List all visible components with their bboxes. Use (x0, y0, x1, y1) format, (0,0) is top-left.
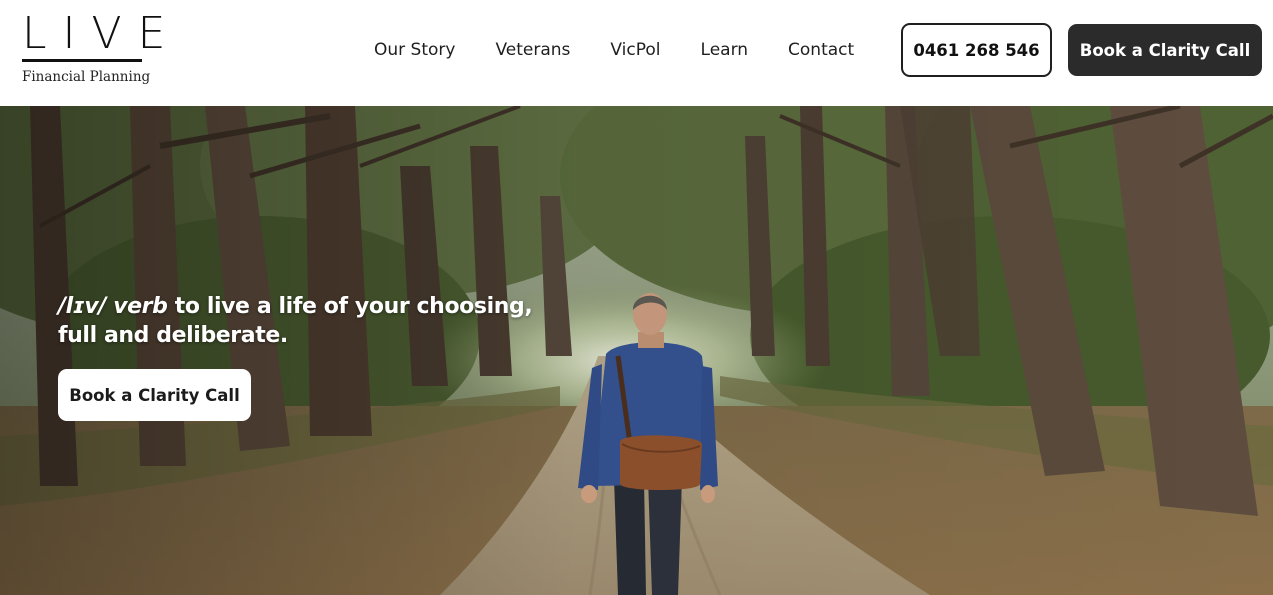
hero-tagline: /lɪv/ verb to live a life of your choosi… (58, 292, 618, 350)
hero-forest-path-image (0, 106, 1273, 595)
hero-book-clarity-call-button[interactable]: Book a Clarity Call (58, 369, 251, 421)
tagline-definition: to live a life of your choosing, (167, 294, 533, 319)
nav-link-contact[interactable]: Contact (788, 38, 854, 62)
site-header: LIVE Financial Planning Our Story Vetera… (0, 0, 1273, 106)
tagline-line-2: full and deliberate. (58, 323, 288, 348)
phone-number-button[interactable]: 0461 268 546 (901, 23, 1052, 77)
tagline-phonetic: /lɪv/ verb (58, 294, 168, 319)
logo-wordmark: LIVE (22, 8, 182, 59)
hero-section: /lɪv/ verb to live a life of your choosi… (0, 106, 1273, 595)
nav-link-vicpol[interactable]: VicPol (610, 38, 660, 62)
nav-link-veterans[interactable]: Veterans (495, 38, 570, 62)
nav-link-our-story[interactable]: Our Story (374, 38, 455, 62)
logo-subtitle: Financial Planning (22, 69, 151, 85)
main-navigation: Our Story Veterans VicPol Learn Contact (374, 38, 854, 62)
logo-divider (22, 59, 142, 62)
tagline-line-1: /lɪv/ verb to live a life of your choosi… (58, 292, 618, 321)
brand-logo[interactable]: LIVE Financial Planning (22, 8, 182, 88)
nav-link-learn[interactable]: Learn (701, 38, 749, 62)
book-clarity-call-button[interactable]: Book a Clarity Call (1068, 24, 1262, 76)
